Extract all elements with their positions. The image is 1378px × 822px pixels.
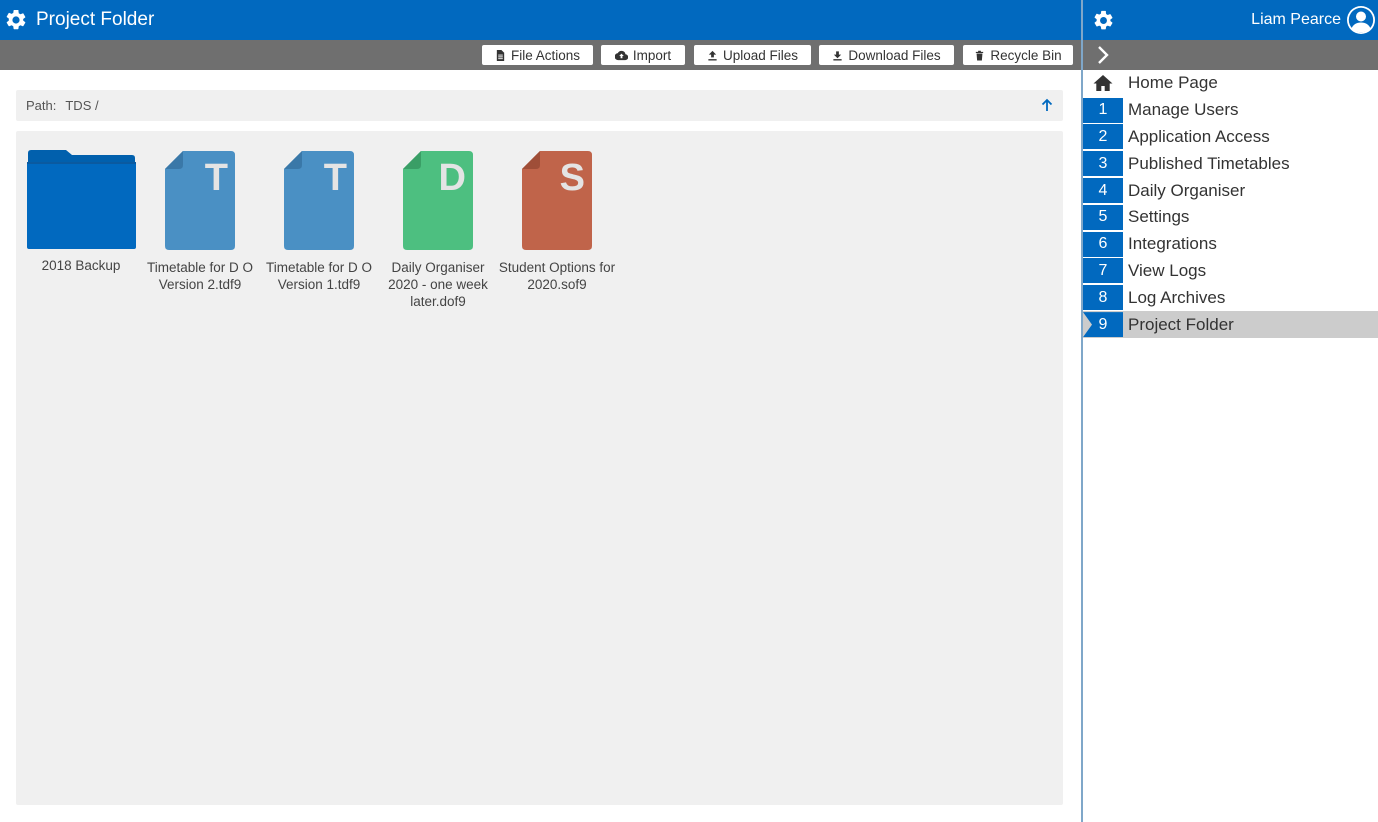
upload-files-label: Upload Files <box>722 47 799 63</box>
nav-label: Log Archives <box>1128 287 1226 307</box>
file-item[interactable]: T Timetable for D O Version 1.tdf9 <box>260 149 378 293</box>
path-label: Path: <box>26 98 57 113</box>
gear-icon[interactable] <box>1092 9 1115 32</box>
import-label: Import <box>632 47 672 63</box>
document-icon <box>165 151 235 250</box>
document-icon <box>522 151 592 250</box>
sidebar-header: Liam Pearce <box>1083 0 1378 40</box>
nav-item-view-logs[interactable]: 7 View Logs <box>1083 258 1378 285</box>
file-icon <box>496 49 505 61</box>
nav-number: 5 <box>1083 204 1123 230</box>
nav-label: View Logs <box>1128 260 1207 280</box>
file-name: Timetable for D O Version 2.tdf9 <box>146 260 254 292</box>
folder-icon <box>27 150 136 249</box>
nav-label: Daily Organiser <box>1128 180 1246 200</box>
file-name: 2018 Backup <box>41 258 121 273</box>
main-area: Project Folder File Actions Import Uploa… <box>0 0 1081 822</box>
user-avatar-icon[interactable] <box>1346 5 1376 35</box>
nav-item-project-folder[interactable]: 9 Project Folder <box>1083 311 1378 338</box>
nav-number: 7 <box>1083 258 1123 284</box>
chevron-right-icon <box>1098 46 1109 64</box>
document-icon <box>284 151 354 250</box>
nav-item-application-access[interactable]: 2 Application Access <box>1083 124 1378 151</box>
arrow-up-icon[interactable] <box>1039 97 1055 113</box>
nav-label: Integrations <box>1128 234 1217 254</box>
nav-number: 1 <box>1083 97 1123 123</box>
nav-number: 6 <box>1083 231 1123 257</box>
nav-item-settings[interactable]: 5 Settings <box>1083 204 1378 231</box>
nav-item-published-timetables[interactable]: 3 Published Timetables <box>1083 150 1378 177</box>
nav-label: Settings <box>1128 207 1190 227</box>
file-item[interactable]: S Student Options for 2020.sof9 <box>498 149 616 293</box>
nav-number: 9 <box>1083 312 1123 338</box>
recycle-bin-label: Recycle Bin <box>990 47 1062 63</box>
file-actions-label: File Actions <box>510 47 581 63</box>
nav-label: Manage Users <box>1128 100 1239 120</box>
file-actions-button[interactable]: File Actions <box>482 45 593 65</box>
file-name: Timetable for D O Version 1.tdf9 <box>265 260 373 292</box>
nav-list: Home Page 1 Manage Users 2 Application A… <box>1083 70 1378 338</box>
nav-item-daily-organiser[interactable]: 4 Daily Organiser <box>1083 177 1378 204</box>
page-title: Project Folder <box>36 9 155 30</box>
nav-label: Project Folder <box>1128 314 1234 334</box>
breadcrumb: Path: TDS / <box>16 90 1063 121</box>
path-value[interactable]: TDS / <box>65 98 98 113</box>
nav-number: 4 <box>1083 178 1123 204</box>
user-name[interactable]: Liam Pearce <box>1251 11 1341 29</box>
file-item[interactable]: D Daily Organiser 2020 - one week later.… <box>379 149 497 310</box>
nav-number: 8 <box>1083 285 1123 311</box>
file-name: Daily Organiser 2020 - one week later.do… <box>388 260 488 309</box>
folder-item[interactable]: 2018 Backup <box>22 149 140 274</box>
nav-number: 2 <box>1083 124 1123 150</box>
file-item[interactable]: T Timetable for D O Version 2.tdf9 <box>141 149 259 293</box>
toolbar: File Actions Import Upload Files Downloa… <box>0 40 1081 70</box>
nav-item-integrations[interactable]: 6 Integrations <box>1083 231 1378 258</box>
file-browser: 2018 Backup T Timetable for D O Version … <box>16 131 1063 805</box>
upload-icon <box>708 50 717 61</box>
import-button[interactable]: Import <box>601 45 685 65</box>
document-icon <box>403 151 473 250</box>
recycle-bin-button[interactable]: Recycle Bin <box>963 45 1073 65</box>
cloud-upload-icon <box>614 50 628 60</box>
download-files-button[interactable]: Download Files <box>819 45 954 65</box>
nav-number: 3 <box>1083 151 1123 177</box>
home-icon <box>1093 75 1113 92</box>
nav-label: Published Timetables <box>1128 153 1290 173</box>
upload-files-button[interactable]: Upload Files <box>694 45 811 65</box>
nav-label: Application Access <box>1128 126 1270 146</box>
file-name: Student Options for 2020.sof9 <box>498 260 616 292</box>
sidebar: Liam Pearce Home Page 1 Manage Users 2 A… <box>1083 0 1378 822</box>
nav-item-log-archives[interactable]: 8 Log Archives <box>1083 284 1378 311</box>
sidebar-collapse-button[interactable] <box>1083 40 1378 70</box>
nav-label: Home Page <box>1128 73 1218 93</box>
trash-icon <box>976 50 984 61</box>
download-files-label: Download Files <box>848 47 941 63</box>
app-header: Project Folder <box>0 0 1081 40</box>
download-icon <box>833 50 842 61</box>
nav-item-home-page[interactable]: Home Page <box>1083 70 1378 97</box>
gear-icon[interactable] <box>4 8 28 32</box>
nav-item-manage-users[interactable]: 1 Manage Users <box>1083 97 1378 124</box>
